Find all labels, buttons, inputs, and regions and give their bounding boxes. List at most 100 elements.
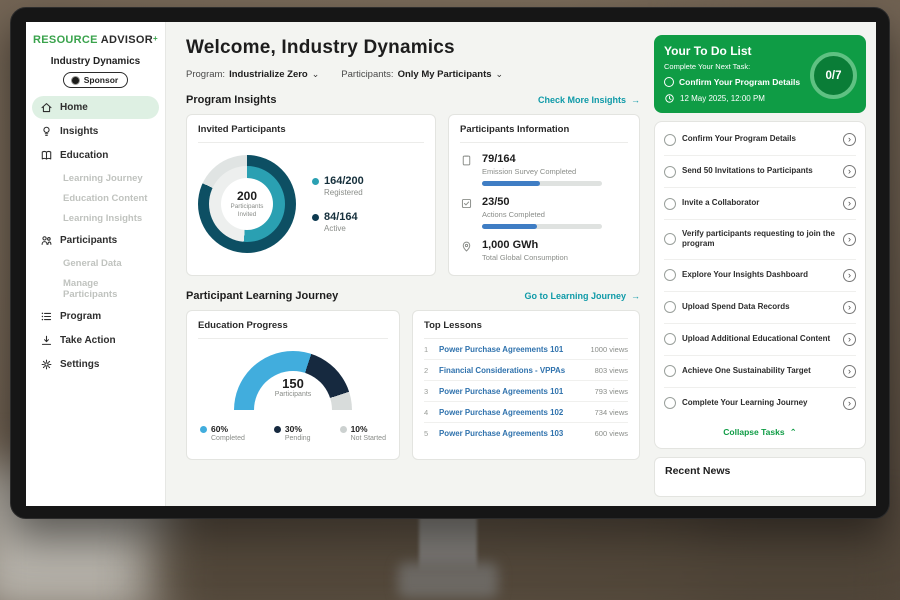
task-label: Complete Your Learning Journey [682,398,837,408]
legend-value: 164/200 [324,175,364,187]
app-logo: RESOURCE ADVISOR+ [26,34,165,46]
task-open-button[interactable]: › [843,233,856,246]
task-row[interactable]: Complete Your Learning Journey › [664,388,856,419]
task-open-button[interactable]: › [843,133,856,146]
lesson-row[interactable]: 2 Financial Considerations - VPPAs 803 v… [424,360,628,381]
task-checkbox[interactable] [664,166,676,178]
legend-item: 164/200 Registered [312,175,364,197]
task-label: Confirm Your Program Details [682,134,837,144]
task-checkbox[interactable] [664,233,676,245]
task-open-button[interactable]: › [843,397,856,410]
sidebar-item-take-action[interactable]: Take Action [32,329,159,352]
lesson-row[interactable]: 4 Power Purchase Agreements 102 734 view… [424,402,628,423]
participants-filter-dropdown[interactable]: Participants: Only My Participants ⌄ [341,69,503,80]
sidebar-item-learning-journey[interactable]: Learning Journey [26,168,165,188]
legend-dot-active [312,214,319,221]
participants-information-card: Participants Information 79/164 Emission… [448,114,640,276]
lightbulb-icon [40,125,53,138]
chevron-right-icon: › [848,199,851,208]
task-row[interactable]: Upload Spend Data Records › [664,292,856,324]
monitor-frame: RESOURCE ADVISOR+ Industry Dynamics Spon… [10,7,890,519]
sponsor-label: Sponsor [84,75,118,85]
lesson-rank: 5 [424,429,432,438]
info-row-survey: 79/164 Emission Survey Completed [460,143,628,186]
task-open-button[interactable]: › [843,333,856,346]
lesson-row[interactable]: 3 Power Purchase Agreements 101 793 view… [424,381,628,402]
chevron-right-icon: › [848,399,851,408]
lesson-link[interactable]: Power Purchase Agreements 101 [439,345,583,354]
chevron-right-icon: › [848,303,851,312]
sidebar-item-education-content[interactable]: Education Content [26,188,165,208]
logo-part2: ADVISOR [101,34,153,46]
go-to-learning-journey-link[interactable]: Go to Learning Journey → [524,291,640,301]
task-open-button[interactable]: › [843,365,856,378]
task-checkbox[interactable] [664,198,676,210]
task-label: Verify participants requesting to join t… [682,229,837,250]
task-checkbox[interactable] [664,269,676,281]
arrow-right-icon: → [631,95,640,105]
lesson-rank: 4 [424,408,432,417]
task-open-button[interactable]: › [843,197,856,210]
task-row[interactable]: Invite a Collaborator › [664,188,856,220]
lesson-row[interactable]: 1 Power Purchase Agreements 101 1000 vie… [424,339,628,360]
sidebar-item-education[interactable]: Education [32,144,159,167]
sidebar-item-general-data[interactable]: General Data [26,253,165,273]
participants-filter-label: Participants: [341,69,393,80]
gauge-center: 150 Participants [234,376,352,398]
lesson-link[interactable]: Power Purchase Agreements 103 [439,429,588,438]
task-row[interactable]: Verify participants requesting to join t… [664,220,856,260]
sidebar-nav: Home Insights Education Learning Journey… [26,96,165,376]
task-checkbox[interactable] [664,134,676,146]
sidebar-item-home[interactable]: Home [32,96,159,119]
task-checkbox[interactable] [664,333,676,345]
education-progress-card: Education Progress 150 Participants 60% [186,310,400,460]
task-checkbox[interactable] [664,397,676,409]
location-pin-icon [460,240,473,253]
sidebar-item-participants[interactable]: Participants [32,229,159,252]
monitor-stand-base [398,562,498,598]
task-row[interactable]: Upload Additional Educational Content › [664,324,856,356]
task-open-button[interactable]: › [843,301,856,314]
legend-label: Active [324,224,364,233]
task-open-button[interactable]: › [843,269,856,282]
lesson-views: 734 views [595,408,628,417]
task-open-button[interactable]: › [843,165,856,178]
gauge-center-label: Participants [234,391,352,398]
task-label: Upload Spend Data Records [682,302,837,312]
sidebar-item-program[interactable]: Program [32,305,159,328]
legend-value: 30% [285,424,302,434]
collapse-tasks-button[interactable]: Collapse Tasks ⌃ [664,419,856,446]
metric-value: 79/164 [482,153,602,165]
task-checkbox[interactable] [664,301,676,313]
lesson-views: 803 views [595,366,628,375]
link-label: Check More Insights [538,95,626,105]
task-label: Upload Additional Educational Content [682,334,837,344]
lesson-link[interactable]: Power Purchase Agreements 102 [439,408,588,417]
link-label: Go to Learning Journey [524,291,626,301]
participants-filter-value: Only My Participants [398,69,492,80]
sidebar-item-learning-insights[interactable]: Learning Insights [26,208,165,228]
lesson-row[interactable]: 5 Power Purchase Agreements 103 600 view… [424,423,628,443]
sidebar-item-settings[interactable]: Settings [32,353,159,376]
task-row[interactable]: Confirm Your Program Details › [664,124,856,156]
collapse-label: Collapse Tasks [723,427,784,437]
task-checkbox[interactable] [664,77,674,87]
task-checkbox[interactable] [664,365,676,377]
legend-label: Pending [285,435,311,442]
lesson-views: 1000 views [590,345,628,354]
lesson-link[interactable]: Power Purchase Agreements 101 [439,387,588,396]
legend-value: 84/164 [324,211,358,223]
task-row[interactable]: Explore Your Insights Dashboard › [664,260,856,292]
task-row[interactable]: Achieve One Sustainability Target › [664,356,856,388]
gauge-center-value: 150 [234,376,352,391]
filter-bar: Program: Industrialize Zero ⌄ Participan… [186,69,640,80]
lesson-link[interactable]: Financial Considerations - VPPAs [439,366,588,375]
lesson-views: 793 views [595,387,628,396]
sidebar-item-manage-participants[interactable]: Manage Participants [26,273,165,304]
program-filter-dropdown[interactable]: Program: Industrialize Zero ⌄ [186,69,319,80]
task-row[interactable]: Send 50 Invitations to Participants › [664,156,856,188]
info-row-actions: 23/50 Actions Completed [460,186,628,229]
check-more-insights-link[interactable]: Check More Insights → [538,95,640,105]
sidebar-item-insights[interactable]: Insights [32,120,159,143]
chevron-right-icon: › [848,271,851,280]
